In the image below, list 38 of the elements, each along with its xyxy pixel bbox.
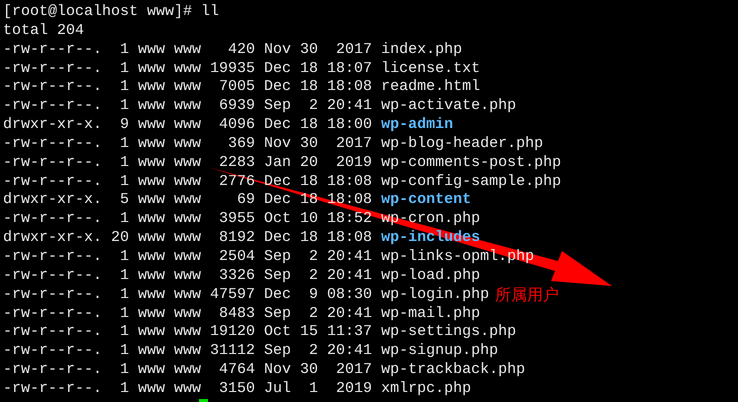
file-details: -rw-r--r--. 1 www www 3150 Jul 1 2019 [3, 380, 374, 399]
file-details: -rw-r--r--. 1 www www 19935 Dec 18 18:07 [3, 60, 374, 78]
file-name: wp-settings.php [381, 323, 516, 342]
file-name: wp-signup.php [381, 342, 498, 362]
file-details: -rw-r--r--. 1 www www 8483 Sep 2 20:41 [3, 304, 374, 324]
file-details: -rw-r--r--. 1 www www 3955 Oct 10 18:52 [3, 210, 374, 230]
file-name: index.php [381, 40, 462, 60]
file-details: -rw-r--r--. 1 www www 31112 Sep 2 20:41 [3, 342, 374, 362]
file-details: -rw-r--r--. 1 www www 369 Nov 30 2017 [3, 134, 374, 154]
file-name: wp-blog-header.php [381, 134, 544, 154]
file-name: wp-comments-post.php [381, 154, 562, 173]
text-cursor [199, 398, 208, 402]
file-details: -rw-r--r--. 1 www www 4764 Nov 30 2017 [3, 361, 374, 380]
directory-name: wp-admin [381, 116, 454, 135]
file-details: drwxr-xr-x. 20 www www 8192 Dec 18 18:08 [3, 229, 374, 248]
file-details: -rw-r--r--. 1 www www 2283 Jan 20 2019 [3, 154, 374, 173]
file-details: -rw-r--r--. 1 www www 2776 Dec 18 18:08 [3, 172, 374, 192]
file-details: -rw-r--r--. 1 www www 2504 Sep 2 20:41 [3, 248, 374, 267]
directory-name: wp-content [381, 191, 472, 210]
file-name: xmlrpc.php [381, 380, 472, 399]
file-name: wp-activate.php [381, 97, 516, 116]
file-name: wp-mail.php [381, 304, 480, 324]
annotation-label: 所属用户 [495, 285, 559, 305]
file-name: wp-config-sample.php [381, 172, 562, 192]
file-details: -rw-r--r--. 1 www www 3326 Sep 2 20:41 [3, 266, 374, 286]
file-details: drwxr-xr-x. 9 www www 4096 Dec 18 18:00 [3, 116, 374, 135]
file-name: wp-load.php [381, 266, 480, 286]
file-details: -rw-r--r--. 1 www www 7005 Dec 18 18:08 [3, 78, 374, 98]
total-line: total 204 [3, 22, 84, 41]
file-details: -rw-r--r--. 1 www www 47597 Dec 9 08:30 [3, 286, 374, 304]
file-name: license.txt [381, 60, 480, 78]
shell-prompt: [root@localhost www]# ll [3, 3, 220, 22]
file-details: -rw-r--r--. 1 www www 19120 Oct 15 11:37 [3, 323, 374, 342]
file-name: wp-trackback.php [381, 361, 526, 380]
file-details: -rw-r--r--. 1 www www 420 Nov 30 2017 [3, 40, 374, 60]
file-name: wp-login.php [381, 286, 490, 304]
file-name: readme.html [381, 78, 480, 98]
file-details: -rw-r--r--. 1 www www 6939 Sep 2 20:41 [3, 97, 374, 116]
